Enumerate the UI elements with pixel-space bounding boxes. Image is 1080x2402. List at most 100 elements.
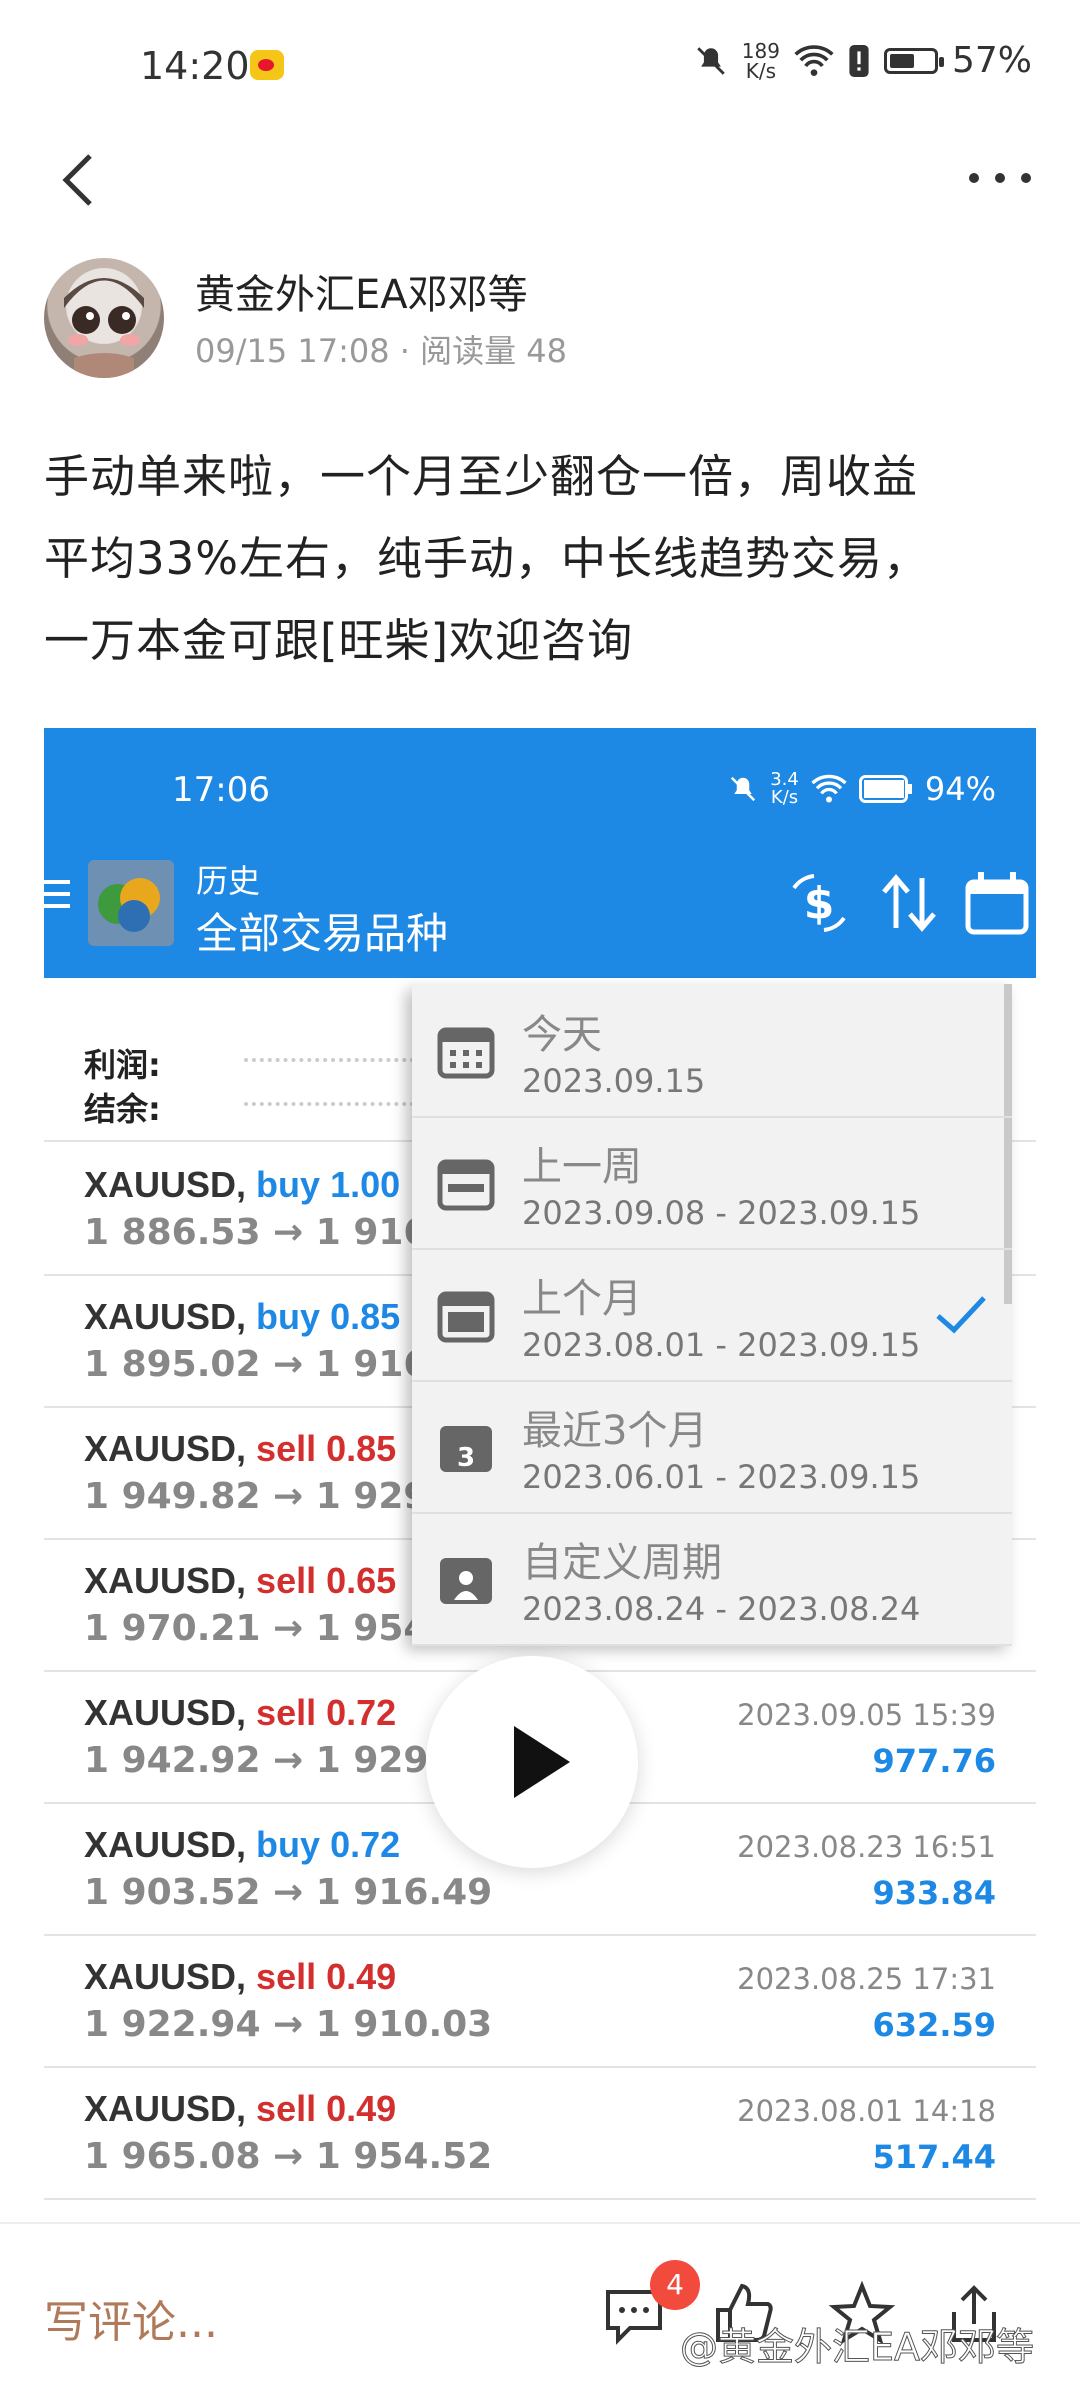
post-date: 09/15 17:08	[195, 332, 390, 370]
trade-symbol: XAUUSD,	[84, 1164, 247, 1205]
weibo-notification-icon	[250, 50, 284, 80]
trade-symbol: XAUUSD,	[84, 1824, 247, 1865]
period-option-title: 自定义周期	[522, 1540, 722, 1586]
metatrader-logo-icon	[88, 860, 174, 946]
svg-text:3: 3	[457, 1443, 475, 1473]
trade-price: 1 949.82 → 1 929.2	[84, 1476, 468, 1517]
wifi-icon	[811, 774, 847, 803]
calendar-icon	[965, 872, 1029, 935]
embedded-title-big: 全部交易品种	[196, 909, 449, 958]
status-bar: 14:20 189 K/s 57%	[0, 0, 1080, 130]
profit-label: 利润:	[84, 1046, 161, 1084]
period-option[interactable]: 3 最近3个月 2023.06.01 - 2023.09.15	[412, 1380, 1012, 1514]
comment-input[interactable]: 写评论...	[44, 2286, 218, 2350]
period-option-range: 2023.08.24 - 2023.08.24	[522, 1590, 921, 1628]
watermark: @黄金外汇EA邓邓等	[679, 2325, 1035, 2370]
comment-count-badge: 4	[650, 2260, 700, 2310]
battery-percent: 57%	[951, 40, 1032, 81]
period-option-title: 上个月	[522, 1276, 642, 1322]
hamburger-menu-icon	[44, 880, 70, 908]
trade-lots: 1.00	[330, 1164, 401, 1205]
trade-side: buy	[256, 1824, 321, 1865]
play-button[interactable]	[426, 1656, 638, 1868]
post-text-line: 手动单来啦，一个月至少翻仓一倍，周收益	[44, 450, 919, 503]
trade-profit: 977.76	[872, 1742, 996, 1780]
trade-side: buy	[256, 1164, 321, 1205]
embedded-net-speed: 3.4 K/s	[770, 771, 799, 807]
mute-bell-icon	[731, 776, 756, 802]
trade-side: sell	[256, 1956, 317, 1997]
balance-label: 结余:	[84, 1090, 161, 1128]
trade-price: 1 886.53 → 1 916.6	[84, 1212, 468, 1253]
status-icons: 189 K/s 57%	[694, 40, 1032, 81]
post-text-line: 一万本金可跟[旺柴]欢迎咨询	[44, 614, 634, 667]
meta-separator: ·	[399, 332, 410, 370]
period-option-range: 2023.08.01 - 2023.09.15	[522, 1326, 921, 1364]
post-body: 手动单来啦，一个月至少翻仓一倍，周收益 平均33%左右，纯手动，中长线趋势交易，…	[44, 436, 1034, 682]
back-arrow-icon[interactable]	[52, 150, 112, 210]
battery-icon	[883, 47, 944, 74]
trade-lots: 0.49	[326, 1956, 397, 1997]
trade-lots: 0.65	[326, 1560, 397, 1601]
play-icon	[514, 1726, 570, 1798]
trade-side: sell	[256, 2088, 317, 2129]
embedded-status-icons: 3.4 K/s 94%	[728, 770, 996, 808]
author-name[interactable]: 黄金外汇EA邓邓等	[195, 262, 528, 320]
table-row[interactable]: XAUUSD, sell 0.49 1 922.94 → 1 910.03 2023…	[44, 1934, 1036, 2068]
calendar-day-icon	[437, 1027, 495, 1079]
trade-lots: 0.85	[326, 1428, 397, 1469]
trade-side: buy	[256, 1296, 321, 1337]
trade-side: sell	[256, 1692, 317, 1733]
checkmark-icon	[936, 1296, 986, 1334]
embedded-battery-percent: 94%	[924, 770, 996, 808]
more-options-icon[interactable]	[960, 158, 1040, 198]
trade-symbol-line: XAUUSD, buy 0.72	[84, 1824, 400, 1866]
period-option[interactable]: 今天 2023.09.15	[412, 984, 1012, 1118]
period-option[interactable]: 上一周 2023.09.08 - 2023.09.15	[412, 1116, 1012, 1250]
trade-price: 1 965.08 → 1 954.52	[84, 2136, 493, 2177]
trade-date: 2023.08.01 14:18	[737, 2094, 996, 2128]
trade-symbol: XAUUSD,	[84, 1692, 247, 1733]
trade-symbol-line: XAUUSD, sell 0.65	[84, 1560, 396, 1602]
table-row[interactable]: XAUUSD, sell 0.49 1 965.08 → 1 954.52 2023…	[44, 2066, 1036, 2200]
wifi-icon	[794, 44, 834, 76]
period-option[interactable]: 自定义周期 2023.08.24 - 2023.08.24	[412, 1512, 1012, 1646]
trade-price: 1 895.02 → 1 916.8	[84, 1344, 468, 1385]
mute-bell-icon	[697, 46, 725, 75]
period-option-range: 2023.09.08 - 2023.09.15	[522, 1194, 921, 1232]
avatar-illustration	[64, 278, 144, 378]
period-option-title: 今天	[522, 1012, 602, 1058]
battery-icon	[858, 775, 912, 803]
trade-profit: 517.44	[872, 2138, 996, 2176]
embedded-net-speed-unit: K/s	[770, 787, 799, 808]
trade-symbol: XAUUSD,	[84, 1560, 247, 1601]
trade-side: sell	[256, 1560, 317, 1601]
trade-symbol: XAUUSD,	[84, 1428, 247, 1469]
period-dropdown: 今天 2023.09.15 上一周 2023.09.08 - 2023.09.15 上个…	[412, 984, 1012, 1646]
avatar[interactable]	[44, 258, 164, 378]
period-option[interactable]: 上个月 2023.08.01 - 2023.09.15	[412, 1248, 1012, 1382]
read-count: 阅读量 48	[420, 332, 568, 370]
post-image[interactable]: 17:06 3.4 K/s 94% 历史 全部交易品种 $ 利润: 结余: XA…	[44, 728, 1036, 2200]
calendar-week-icon	[437, 1159, 495, 1211]
trade-symbol-line: XAUUSD, buy 1.00	[84, 1164, 400, 1206]
svg-text:$: $	[804, 878, 835, 929]
currency-exchange-icon: $	[792, 874, 846, 932]
trade-date: 2023.08.23 16:51	[737, 1830, 996, 1864]
sort-icon	[882, 874, 936, 932]
trade-date: 2023.08.25 17:31	[737, 1962, 996, 1996]
trade-profit: 933.84	[872, 1874, 996, 1912]
net-speed-unit: K/s	[745, 58, 777, 83]
period-option-range: 2023.06.01 - 2023.09.15	[522, 1458, 921, 1496]
trade-symbol-line: XAUUSD, buy 0.85	[84, 1296, 400, 1338]
trade-symbol-line: XAUUSD, sell 0.49	[84, 1956, 396, 1998]
trade-symbol: XAUUSD,	[84, 1296, 247, 1337]
trade-price: 1 922.94 → 1 910.03	[84, 2004, 493, 2045]
period-option-title: 最近3个月	[522, 1408, 708, 1454]
trade-lots: 0.72	[326, 1692, 397, 1733]
trade-lots: 0.72	[330, 1824, 401, 1865]
trade-profit: 632.59	[872, 2006, 996, 2044]
trade-date: 2023.09.05 15:39	[737, 1698, 996, 1732]
net-speed: 189 K/s	[742, 41, 780, 81]
calendar-3-icon: 3	[440, 1426, 492, 1473]
